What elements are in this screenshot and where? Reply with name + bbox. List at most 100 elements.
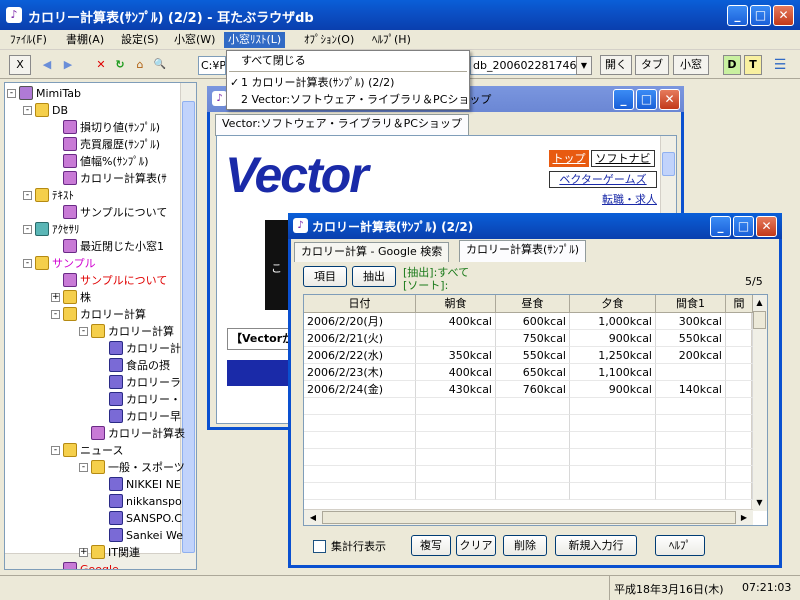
table-cell[interactable]	[656, 364, 726, 381]
table-cell[interactable]: 350kcal	[416, 347, 496, 364]
table-cell[interactable]: 2006/2/24(金)	[304, 381, 416, 398]
nav-top-link[interactable]: トップ	[549, 150, 589, 167]
column-header[interactable]: 夕食	[570, 295, 656, 313]
extract-button[interactable]: 抽出	[352, 266, 396, 287]
tree-item[interactable]: Google	[63, 561, 119, 569]
summary-row-checkbox[interactable]	[313, 540, 326, 553]
scroll-left-icon[interactable]: ◀	[306, 511, 320, 525]
collapse-icon[interactable]: -	[51, 446, 60, 455]
layout-icon[interactable]: ☰	[770, 55, 790, 75]
table-cell[interactable]	[726, 330, 753, 347]
tree-item[interactable]: NIKKEI NE	[109, 476, 181, 493]
calorie-grid[interactable]: ▲ ▼ ◀ ▶ 日付 朝食 昼食 夕食 間食1 間 2006/2/20(月) 400kcal 6…	[303, 294, 768, 526]
back-icon[interactable]: ◀	[37, 55, 57, 75]
scroll-down-icon[interactable]: ▼	[753, 496, 766, 510]
column-header[interactable]: 間食1	[656, 295, 726, 313]
table-cell[interactable]	[726, 432, 753, 449]
tree-item[interactable]: カロリー・	[109, 391, 181, 408]
stop-icon[interactable]: ✕	[92, 55, 110, 75]
table-cell[interactable]	[416, 415, 496, 432]
delete-button[interactable]: 削除	[503, 535, 547, 556]
item-button[interactable]: 項目	[303, 266, 347, 287]
tree-item[interactable]: MimiTab	[19, 85, 81, 102]
expand-icon[interactable]: +	[79, 548, 88, 557]
nav-softnavi-link[interactable]: ソフトナビ	[591, 150, 655, 167]
table-cell[interactable]	[496, 483, 570, 500]
table-cell[interactable]	[304, 415, 416, 432]
minimize-button[interactable]: _	[727, 5, 748, 26]
tree-item[interactable]: サンプルについて	[63, 272, 167, 289]
table-cell[interactable]: 600kcal	[496, 313, 570, 330]
column-header[interactable]: 間	[726, 295, 753, 313]
table-cell[interactable]	[416, 483, 496, 500]
table-cell[interactable]	[496, 415, 570, 432]
tree-item[interactable]: ﾃｷｽﾄ	[35, 187, 74, 204]
table-cell[interactable]	[726, 347, 753, 364]
tree-item[interactable]: カロリー計算表(ｻ	[63, 170, 167, 187]
calorie-window-titlebar[interactable]: ♪ カロリー計算表(ｻﾝﾌﾟﾙ) (2/2) _ □ ✕	[288, 213, 782, 239]
collapse-icon[interactable]: -	[79, 327, 88, 336]
tree-item[interactable]: nikkanspo	[109, 493, 182, 510]
table-cell[interactable]	[496, 449, 570, 466]
menu-window-list[interactable]: 小窓ﾘｽﾄ(L)	[224, 32, 286, 48]
open-button[interactable]: 開く	[600, 55, 632, 75]
table-cell[interactable]	[656, 432, 726, 449]
table-cell[interactable]	[656, 449, 726, 466]
tree-item[interactable]: 一般・スポーツ	[91, 459, 185, 476]
d-button[interactable]: D	[723, 55, 741, 75]
column-header[interactable]: 朝食	[416, 295, 496, 313]
tab-google-search[interactable]: カロリー計算 - Google 検索	[294, 242, 450, 262]
tree-item[interactable]: Sankei We	[109, 527, 183, 544]
calorie-close-button[interactable]: ✕	[756, 216, 777, 237]
table-cell[interactable]: 140kcal	[656, 381, 726, 398]
table-cell[interactable]	[570, 483, 656, 500]
menu-options[interactable]: ｵﾌﾟｼｮﾝ(O)	[300, 32, 358, 48]
menu-small-window[interactable]: 小窓(W)	[170, 32, 219, 48]
table-cell[interactable]: 760kcal	[496, 381, 570, 398]
table-cell[interactable]	[656, 466, 726, 483]
table-cell[interactable]	[496, 432, 570, 449]
main-titlebar[interactable]: ♪ カロリー計算表(ｻﾝﾌﾟﾙ) (2/2) - 耳たぶラウザdb _ □ ✕	[0, 0, 800, 30]
scroll-up-icon[interactable]: ▲	[753, 296, 766, 310]
tree-item[interactable]: カロリー早	[109, 408, 181, 425]
tree-item[interactable]: 最近閉じた小窓1	[63, 238, 164, 255]
tree-item[interactable]: カロリー計算	[63, 306, 146, 323]
table-cell[interactable]: 2006/2/20(月)	[304, 313, 416, 330]
table-cell[interactable]	[496, 466, 570, 483]
refresh-icon[interactable]: ↻	[111, 55, 129, 75]
tree-item[interactable]: ｱｸｾｻﾘ	[35, 221, 80, 238]
menu-help[interactable]: ﾍﾙﾌﾟ(H)	[368, 32, 415, 48]
bookshelf-tree[interactable]: MimiTab - DB - 損切り値(ｻﾝﾌﾟﾙ) 売買履歴(ｻﾝﾌﾟﾙ) 値幅%(ｻﾝﾌ…	[4, 82, 197, 570]
close-all-menu-item[interactable]: すべて閉じる	[227, 52, 469, 69]
tree-item[interactable]: 株	[63, 289, 91, 306]
table-cell[interactable]	[656, 398, 726, 415]
tree-vertical-scrollbar[interactable]	[180, 83, 196, 569]
table-cell[interactable]: 2006/2/23(木)	[304, 364, 416, 381]
collapse-icon[interactable]: -	[51, 310, 60, 319]
table-cell[interactable]	[726, 415, 753, 432]
tree-item[interactable]: IT関連	[91, 544, 140, 561]
table-cell[interactable]	[304, 466, 416, 483]
table-cell[interactable]	[304, 398, 416, 415]
address-dropdown-icon[interactable]: ▼	[576, 56, 592, 75]
table-cell[interactable]: 1,250kcal	[570, 347, 656, 364]
small-window-button[interactable]: 小窓	[673, 55, 709, 75]
nav-jobs-link[interactable]: 転職・求人	[602, 191, 657, 207]
tree-item[interactable]: カロリーラ	[109, 374, 181, 391]
vector-maximize-button[interactable]: □	[636, 89, 657, 110]
table-cell[interactable]	[416, 449, 496, 466]
column-header[interactable]: 昼食	[496, 295, 570, 313]
table-cell[interactable]	[570, 415, 656, 432]
vector-scroll-thumb[interactable]	[662, 152, 675, 176]
table-cell[interactable]	[726, 449, 753, 466]
table-cell[interactable]: 550kcal	[496, 347, 570, 364]
grid-hscroll-thumb[interactable]	[322, 511, 736, 524]
collapse-icon[interactable]: -	[7, 89, 16, 98]
menu-file[interactable]: ﾌｧｲﾙ(F)	[6, 32, 51, 48]
scroll-right-icon[interactable]: ▶	[737, 511, 751, 525]
table-cell[interactable]: 300kcal	[656, 313, 726, 330]
collapse-icon[interactable]: -	[23, 106, 32, 115]
grid-vertical-scrollbar[interactable]: ▲ ▼	[751, 295, 767, 511]
tree-item[interactable]: カロリー計算表	[91, 425, 185, 442]
home-icon[interactable]: ⌂	[131, 55, 149, 75]
